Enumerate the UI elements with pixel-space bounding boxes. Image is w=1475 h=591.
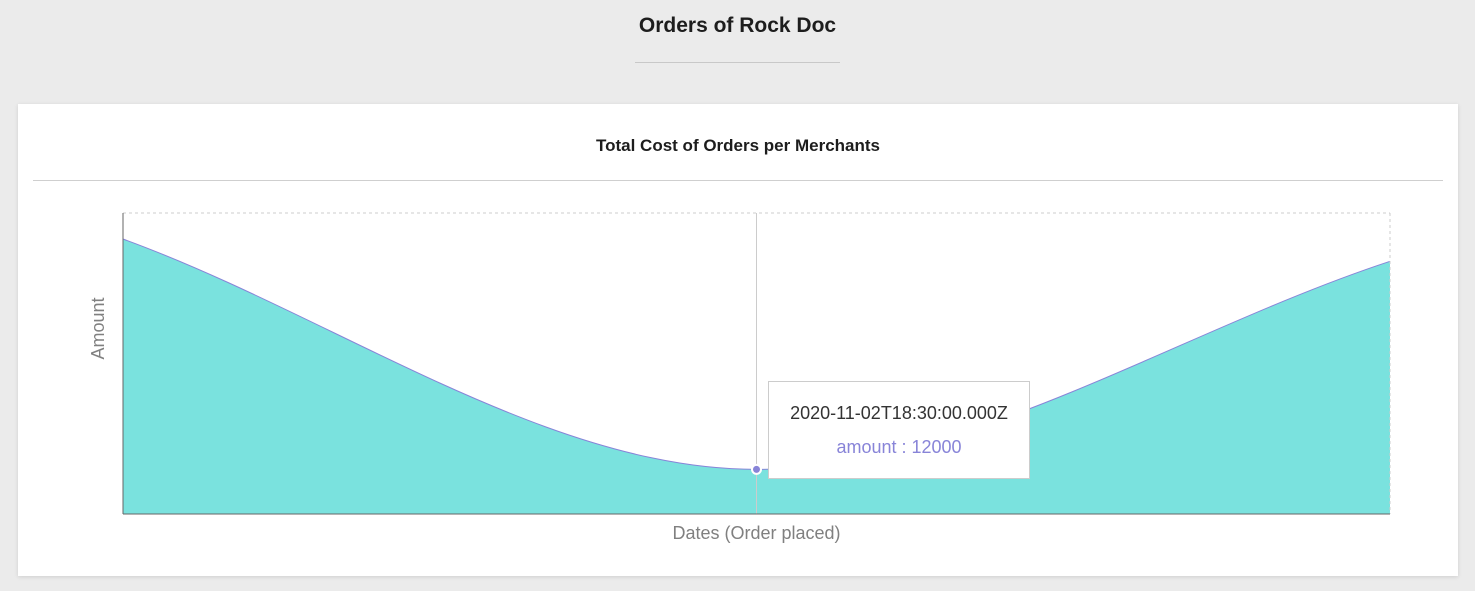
title-divider <box>635 62 840 63</box>
page-header: Orders of Rock Doc <box>0 0 1475 104</box>
chart-tooltip: 2020-11-02T18:30:00.000Z amount : 12000 <box>768 381 1030 479</box>
card-divider <box>33 180 1443 181</box>
chart-card: Total Cost of Orders per Merchants <box>18 104 1458 576</box>
chart-card-title: Total Cost of Orders per Merchants <box>595 136 880 155</box>
tooltip-value: amount : 12000 <box>836 437 962 457</box>
page-title: Orders of Rock Doc <box>638 14 837 37</box>
tooltip-label: 2020-11-02T18:30:00.000Z <box>790 403 1008 423</box>
